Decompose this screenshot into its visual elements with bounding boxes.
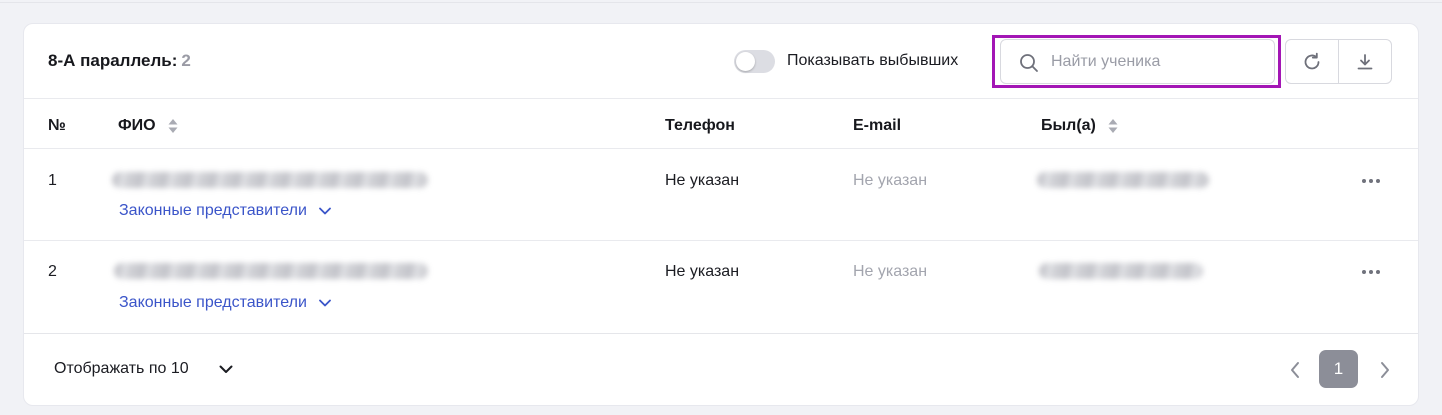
page-button-current[interactable]: 1	[1319, 350, 1358, 388]
row-1-representatives-label: Законные представители	[119, 202, 307, 219]
per-page-label: Отображать по 10	[54, 360, 189, 377]
chevron-down-icon	[219, 365, 233, 373]
chevron-left-icon[interactable]	[1288, 360, 1302, 380]
top-divider	[0, 2, 1442, 3]
row-2-representatives-link[interactable]: Законные представители	[119, 294, 331, 312]
chevron-down-icon	[318, 207, 331, 215]
column-header-last-seen-label: Был(а)	[1041, 117, 1096, 134]
footer-divider	[24, 333, 1418, 334]
row-1-phone: Не указан	[665, 172, 740, 189]
sort-icon[interactable]	[168, 118, 178, 134]
row-1-email: Не указан	[853, 172, 928, 189]
row-2-fio-redacted	[114, 263, 428, 279]
page-title: 8-А параллель: 2	[48, 51, 191, 71]
column-header-fio[interactable]: ФИО	[118, 117, 178, 135]
row-1-representatives-link[interactable]: Законные представители	[119, 202, 331, 220]
chevron-right-icon[interactable]	[1378, 360, 1392, 380]
more-dots-icon[interactable]	[1362, 270, 1380, 274]
refresh-button[interactable]	[1285, 39, 1339, 84]
row-2-phone: Не указан	[665, 263, 740, 280]
student-count: 2	[181, 51, 191, 70]
row-2-email: Не указан	[853, 263, 928, 280]
chevron-down-icon	[318, 299, 331, 307]
row-2-representatives-label: Законные представители	[119, 294, 307, 311]
search-input[interactable]	[1051, 40, 1266, 83]
sort-icon[interactable]	[1108, 118, 1118, 134]
row-1-fio-redacted	[112, 172, 428, 188]
row-1-last-seen-redacted	[1037, 172, 1209, 188]
toggle-knob	[736, 52, 755, 71]
download-icon	[1357, 53, 1373, 69]
column-header-last-seen[interactable]: Был(а)	[1041, 117, 1118, 135]
row-2-last-seen-redacted	[1039, 263, 1203, 279]
row-1-number: 1	[48, 172, 57, 189]
row-2-number: 2	[48, 263, 57, 280]
column-header-number: №	[48, 117, 66, 134]
search-box[interactable]	[1000, 39, 1275, 84]
download-button[interactable]	[1338, 39, 1392, 84]
refresh-icon	[1304, 52, 1320, 69]
column-header-phone: Телефон	[665, 117, 735, 134]
header-row-divider	[24, 148, 1418, 149]
search-icon	[1020, 54, 1038, 72]
show-dropped-toggle[interactable]	[734, 50, 775, 73]
row-divider	[24, 240, 1418, 241]
card-header: 8-А параллель: 2 Показывать выбывших	[24, 24, 1418, 99]
title-text: 8-А параллель:	[48, 51, 178, 70]
show-dropped-label: Показывать выбывших	[787, 52, 959, 69]
column-header-email: E-mail	[853, 117, 902, 134]
column-header-fio-label: ФИО	[118, 117, 156, 134]
more-dots-icon[interactable]	[1362, 179, 1380, 183]
students-card: 8-А параллель: 2 Показывать выбывших Най…	[23, 23, 1419, 406]
per-page-select[interactable]: Отображать по 10	[54, 360, 233, 378]
